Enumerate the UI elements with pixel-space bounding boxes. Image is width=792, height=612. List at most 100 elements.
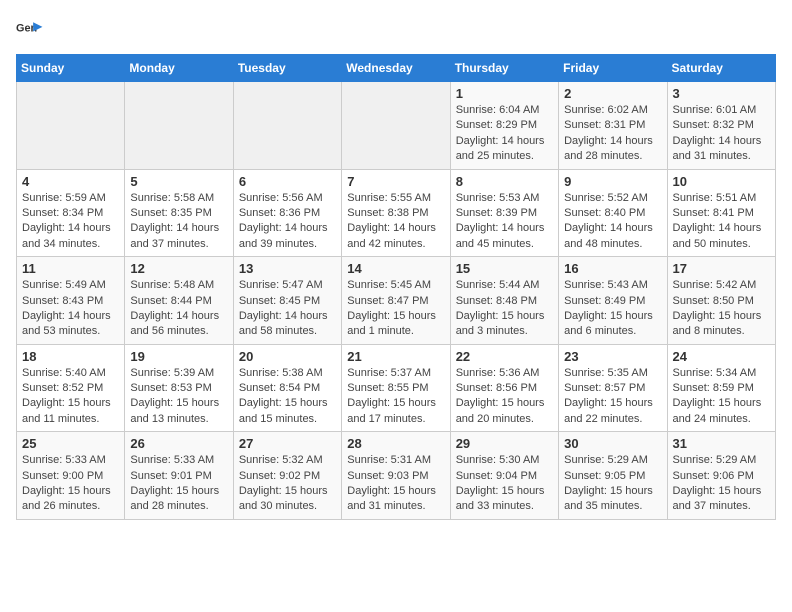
day-info: Sunrise: 5:59 AM Sunset: 8:34 PM Dayligh… xyxy=(22,191,119,253)
calendar-cell: 11 Sunrise: 5:49 AM Sunset: 8:43 PM Dayli… xyxy=(17,257,125,345)
calendar-cell: 15 Sunrise: 5:44 AM Sunset: 8:48 PM Dayli… xyxy=(450,257,558,345)
calendar-cell xyxy=(233,82,341,170)
day-info: Sunrise: 5:56 AM Sunset: 8:36 PM Dayligh… xyxy=(239,191,336,253)
calendar-cell: 8Sunrise: 5:53 AM Sunset: 8:39 PM Daylig… xyxy=(450,169,558,257)
day-info: Sunrise: 5:47 AM Sunset: 8:45 PM Dayligh… xyxy=(239,278,336,340)
day-number: 29 xyxy=(456,436,553,451)
calendar-week-3: 11 Sunrise: 5:49 AM Sunset: 8:43 PM Dayli… xyxy=(17,257,776,345)
day-info: Sunrise: 5:43 AM Sunset: 8:49 PM Dayligh… xyxy=(564,278,661,340)
calendar-cell xyxy=(17,82,125,170)
calendar-cell: 7 Sunrise: 5:55 AM Sunset: 8:38 PM Daylig… xyxy=(342,169,450,257)
day-info: Sunrise: 5:33 AM Sunset: 9:00 PM Dayligh… xyxy=(22,453,119,515)
page-header: Gen xyxy=(16,16,776,44)
day-number: 30 xyxy=(564,436,661,451)
day-number: 6 xyxy=(239,174,336,189)
day-info: Sunrise: 5:34 AM Sunset: 8:59 PM Dayligh… xyxy=(673,366,770,428)
day-info: Sunrise: 5:29 AM Sunset: 9:05 PM Dayligh… xyxy=(564,453,661,515)
calendar-table: SundayMondayTuesdayWednesdayThursdayFrid… xyxy=(16,54,776,520)
calendar-cell: 25Sunrise: 5:33 AM Sunset: 9:00 PM Dayli… xyxy=(17,432,125,520)
day-number: 21 xyxy=(347,349,444,364)
day-number: 14 xyxy=(347,261,444,276)
day-number: 10 xyxy=(673,174,770,189)
day-info: Sunrise: 5:44 AM Sunset: 8:48 PM Dayligh… xyxy=(456,278,553,340)
day-info: Sunrise: 5:32 AM Sunset: 9:02 PM Dayligh… xyxy=(239,453,336,515)
day-info: Sunrise: 5:33 AM Sunset: 9:01 PM Dayligh… xyxy=(130,453,227,515)
calendar-week-5: 25Sunrise: 5:33 AM Sunset: 9:00 PM Dayli… xyxy=(17,432,776,520)
day-info: Sunrise: 5:39 AM Sunset: 8:53 PM Dayligh… xyxy=(130,366,227,428)
logo-icon: Gen xyxy=(16,16,44,44)
day-info: Sunrise: 5:42 AM Sunset: 8:50 PM Dayligh… xyxy=(673,278,770,340)
calendar-cell: 30 Sunrise: 5:29 AM Sunset: 9:05 PM Dayli… xyxy=(559,432,667,520)
day-number: 17 xyxy=(673,261,770,276)
weekday-header-saturday: Saturday xyxy=(667,55,775,82)
calendar-cell: 18Sunrise: 5:40 AM Sunset: 8:52 PM Dayli… xyxy=(17,344,125,432)
calendar-cell: 22Sunrise: 5:36 AM Sunset: 8:56 PM Dayli… xyxy=(450,344,558,432)
calendar-cell: 29 Sunrise: 5:30 AM Sunset: 9:04 PM Dayli… xyxy=(450,432,558,520)
calendar-cell: 24 Sunrise: 5:34 AM Sunset: 8:59 PM Dayli… xyxy=(667,344,775,432)
calendar-cell xyxy=(125,82,233,170)
day-number: 12 xyxy=(130,261,227,276)
day-info: Sunrise: 5:38 AM Sunset: 8:54 PM Dayligh… xyxy=(239,366,336,428)
day-info: Sunrise: 5:58 AM Sunset: 8:35 PM Dayligh… xyxy=(130,191,227,253)
calendar-cell xyxy=(342,82,450,170)
day-info: Sunrise: 6:02 AM Sunset: 8:31 PM Dayligh… xyxy=(564,103,661,165)
calendar-cell: 26 Sunrise: 5:33 AM Sunset: 9:01 PM Dayli… xyxy=(125,432,233,520)
day-info: Sunrise: 5:49 AM Sunset: 8:43 PM Dayligh… xyxy=(22,278,119,340)
day-info: Sunrise: 5:36 AM Sunset: 8:56 PM Dayligh… xyxy=(456,366,553,428)
calendar-cell: 16 Sunrise: 5:43 AM Sunset: 8:49 PM Dayli… xyxy=(559,257,667,345)
calendar-cell: 4Sunrise: 5:59 AM Sunset: 8:34 PM Daylig… xyxy=(17,169,125,257)
calendar-cell: 3Sunrise: 6:01 AM Sunset: 8:32 PM Daylig… xyxy=(667,82,775,170)
day-number: 24 xyxy=(673,349,770,364)
calendar-cell: 12 Sunrise: 5:48 AM Sunset: 8:44 PM Dayli… xyxy=(125,257,233,345)
calendar-cell: 9 Sunrise: 5:52 AM Sunset: 8:40 PM Daylig… xyxy=(559,169,667,257)
day-number: 15 xyxy=(456,261,553,276)
weekday-header-monday: Monday xyxy=(125,55,233,82)
day-info: Sunrise: 5:30 AM Sunset: 9:04 PM Dayligh… xyxy=(456,453,553,515)
day-number: 19 xyxy=(130,349,227,364)
day-info: Sunrise: 5:48 AM Sunset: 8:44 PM Dayligh… xyxy=(130,278,227,340)
calendar-week-2: 4Sunrise: 5:59 AM Sunset: 8:34 PM Daylig… xyxy=(17,169,776,257)
day-number: 11 xyxy=(22,261,119,276)
day-number: 7 xyxy=(347,174,444,189)
day-info: Sunrise: 5:55 AM Sunset: 8:38 PM Dayligh… xyxy=(347,191,444,253)
calendar-cell: 28 Sunrise: 5:31 AM Sunset: 9:03 PM Dayli… xyxy=(342,432,450,520)
logo: Gen xyxy=(16,16,48,44)
day-number: 13 xyxy=(239,261,336,276)
weekday-header-thursday: Thursday xyxy=(450,55,558,82)
day-number: 20 xyxy=(239,349,336,364)
calendar-cell: 1Sunrise: 6:04 AM Sunset: 8:29 PM Daylig… xyxy=(450,82,558,170)
calendar-week-1: 1Sunrise: 6:04 AM Sunset: 8:29 PM Daylig… xyxy=(17,82,776,170)
day-number: 9 xyxy=(564,174,661,189)
day-number: 8 xyxy=(456,174,553,189)
day-number: 16 xyxy=(564,261,661,276)
day-number: 5 xyxy=(130,174,227,189)
day-info: Sunrise: 5:31 AM Sunset: 9:03 PM Dayligh… xyxy=(347,453,444,515)
calendar-cell: 5 Sunrise: 5:58 AM Sunset: 8:35 PM Daylig… xyxy=(125,169,233,257)
calendar-cell: 10Sunrise: 5:51 AM Sunset: 8:41 PM Dayli… xyxy=(667,169,775,257)
calendar-cell: 31 Sunrise: 5:29 AM Sunset: 9:06 PM Dayli… xyxy=(667,432,775,520)
calendar-cell: 19 Sunrise: 5:39 AM Sunset: 8:53 PM Dayli… xyxy=(125,344,233,432)
calendar-cell: 21 Sunrise: 5:37 AM Sunset: 8:55 PM Dayli… xyxy=(342,344,450,432)
calendar-cell: 6 Sunrise: 5:56 AM Sunset: 8:36 PM Daylig… xyxy=(233,169,341,257)
day-number: 26 xyxy=(130,436,227,451)
calendar-cell: 17 Sunrise: 5:42 AM Sunset: 8:50 PM Dayli… xyxy=(667,257,775,345)
calendar-cell: 13 Sunrise: 5:47 AM Sunset: 8:45 PM Dayli… xyxy=(233,257,341,345)
day-number: 2 xyxy=(564,86,661,101)
weekday-header-friday: Friday xyxy=(559,55,667,82)
day-number: 31 xyxy=(673,436,770,451)
day-info: Sunrise: 5:45 AM Sunset: 8:47 PM Dayligh… xyxy=(347,278,444,340)
day-number: 18 xyxy=(22,349,119,364)
day-number: 27 xyxy=(239,436,336,451)
day-number: 28 xyxy=(347,436,444,451)
weekday-header-wednesday: Wednesday xyxy=(342,55,450,82)
day-info: Sunrise: 6:04 AM Sunset: 8:29 PM Dayligh… xyxy=(456,103,553,165)
day-info: Sunrise: 5:52 AM Sunset: 8:40 PM Dayligh… xyxy=(564,191,661,253)
day-info: Sunrise: 5:37 AM Sunset: 8:55 PM Dayligh… xyxy=(347,366,444,428)
calendar-cell: 14 Sunrise: 5:45 AM Sunset: 8:47 PM Dayli… xyxy=(342,257,450,345)
weekday-header-tuesday: Tuesday xyxy=(233,55,341,82)
calendar-cell: 27 Sunrise: 5:32 AM Sunset: 9:02 PM Dayli… xyxy=(233,432,341,520)
day-info: Sunrise: 5:29 AM Sunset: 9:06 PM Dayligh… xyxy=(673,453,770,515)
day-number: 23 xyxy=(564,349,661,364)
calendar-cell: 23Sunrise: 5:35 AM Sunset: 8:57 PM Dayli… xyxy=(559,344,667,432)
weekday-header-sunday: Sunday xyxy=(17,55,125,82)
